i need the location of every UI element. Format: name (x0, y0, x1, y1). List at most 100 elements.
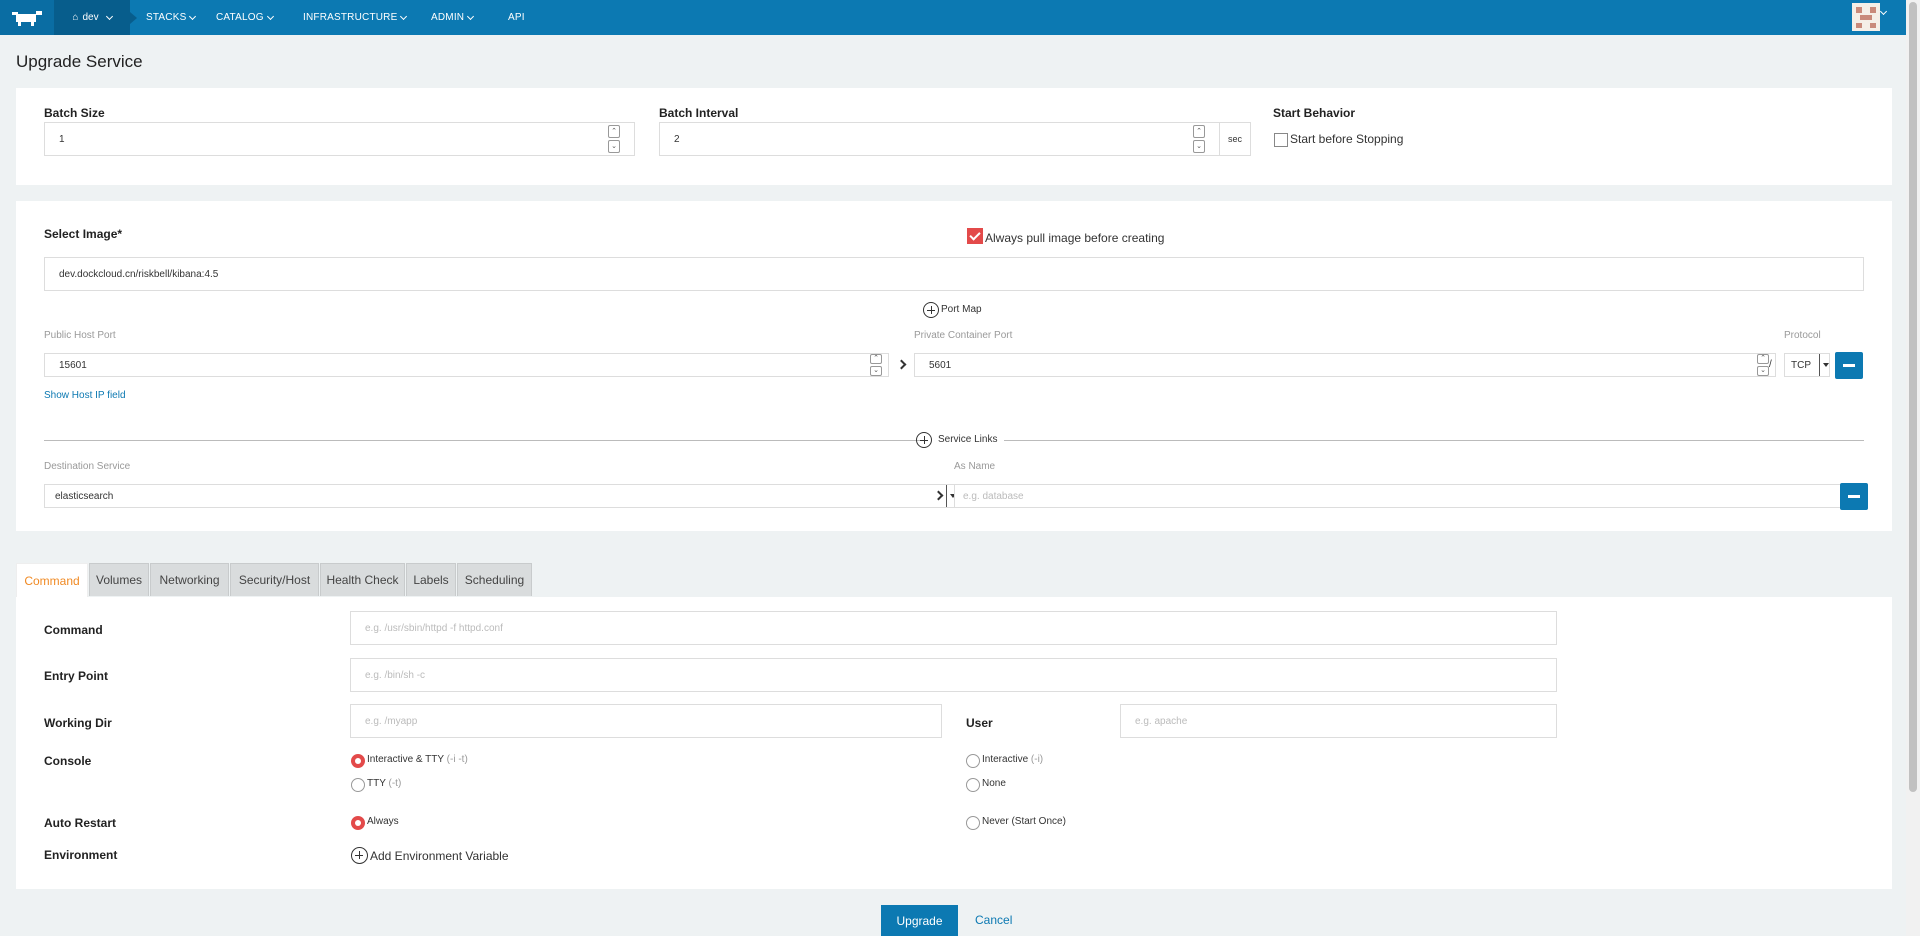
public-port-input[interactable]: 15601 ⌃ ⌄ (44, 353, 889, 377)
private-port-stepper[interactable]: ⌃ ⌄ (1757, 354, 1769, 376)
tab-scheduling[interactable]: Scheduling (457, 563, 532, 596)
protocol-select[interactable]: TCP (1784, 353, 1830, 377)
private-port-input[interactable]: 5601 ⌃ ⌄ (914, 353, 1776, 377)
chevron-right-icon (896, 359, 907, 370)
command-input[interactable]: e.g. /usr/sbin/httpd -f httpd.conf (350, 611, 1557, 645)
chevron-down-icon (189, 12, 197, 20)
restart-never-radio[interactable] (966, 816, 980, 830)
stepper-up-icon[interactable]: ⌃ (1193, 125, 1205, 138)
chevron-down-icon (266, 12, 274, 20)
console-interactive-label: Interactive (-i) (982, 754, 1043, 765)
image-input[interactable]: dev.dockcloud.cn/riskbell/kibana:4.5 (44, 257, 1864, 291)
upgrade-button[interactable]: Upgrade (881, 905, 958, 936)
restart-never-label: Never (Start Once) (982, 816, 1066, 827)
start-behavior-label: Start Behavior (1273, 106, 1356, 120)
tab-labels[interactable]: Labels (406, 563, 456, 596)
env-label: dev (82, 12, 99, 23)
nav-admin-label: ADMIN (431, 12, 465, 23)
dropdown-arrow-icon[interactable] (1819, 354, 1829, 376)
environment-selector[interactable]: ⌂ dev (54, 0, 137, 35)
interval-unit: sec (1219, 122, 1251, 156)
show-host-ip-link[interactable]: Show Host IP field (44, 390, 126, 401)
working-dir-input[interactable]: e.g. /myapp (350, 704, 942, 738)
stepper-up-icon[interactable]: ⌃ (1757, 354, 1769, 364)
entry-point-placeholder: e.g. /bin/sh -c (365, 669, 426, 681)
home-icon: ⌂ (72, 12, 79, 23)
scrollbar[interactable] (1906, 0, 1920, 936)
tab-volumes[interactable]: Volumes (89, 563, 149, 596)
nav-catalog[interactable]: CATALOG (216, 0, 274, 35)
nav-admin[interactable]: ADMIN (431, 0, 475, 35)
protocol-value: TCP (1791, 359, 1811, 371)
nav-infrastructure[interactable]: INFRASTRUCTURE (303, 0, 408, 35)
stepper-up-icon[interactable]: ⌃ (870, 354, 882, 364)
restart-always-radio[interactable] (351, 816, 365, 830)
command-placeholder: e.g. /usr/sbin/httpd -f httpd.conf (365, 622, 503, 634)
divider (1004, 440, 1864, 441)
console-tty-radio[interactable] (351, 778, 365, 792)
tab-security-host[interactable]: Security/Host (230, 563, 319, 596)
batch-interval-input[interactable]: 2 ⌃ ⌄ (659, 122, 1220, 156)
console-label: Console (44, 754, 92, 768)
batch-size-input[interactable]: 1 ⌃ ⌄ (44, 122, 635, 156)
entry-point-input[interactable]: e.g. /bin/sh -c (350, 658, 1557, 692)
public-port-stepper[interactable]: ⌃ ⌄ (870, 354, 882, 376)
stepper-down-icon[interactable]: ⌄ (870, 366, 882, 376)
protocol-label: Protocol (1784, 330, 1821, 341)
destination-service-select[interactable]: elasticsearch (44, 484, 957, 508)
as-name-label: As Name (954, 461, 996, 472)
user-input[interactable]: e.g. apache (1120, 704, 1557, 738)
console-none-radio[interactable] (966, 778, 980, 792)
console-interactive-radio[interactable] (966, 754, 980, 768)
console-opt3-text: TTY (367, 778, 386, 789)
port-map-button[interactable]: Port Map (941, 304, 982, 315)
restart-always-label: Always (367, 816, 399, 827)
console-opt2-text: Interactive (982, 754, 1029, 765)
batch-panel: Batch Size 1 ⌃ ⌄ Batch Interval 2 ⌃ ⌄ sec … (16, 88, 1892, 185)
private-port-value: 5601 (929, 359, 952, 371)
tab-command[interactable]: Command (16, 563, 88, 598)
tab-networking[interactable]: Networking (150, 563, 229, 596)
start-before-stopping-checkbox[interactable] (1274, 133, 1288, 147)
nav-api[interactable]: API (508, 0, 525, 35)
destination-service-label: Destination Service (44, 461, 131, 472)
stepper-down-icon[interactable]: ⌄ (1757, 366, 1769, 376)
scrollbar-thumb[interactable] (1909, 2, 1917, 792)
logo[interactable] (0, 0, 54, 35)
stepper-up-icon[interactable]: ⌃ (608, 125, 620, 138)
stepper-down-icon[interactable]: ⌄ (1193, 140, 1205, 153)
add-circle-icon[interactable] (351, 847, 368, 864)
environment-label: Environment (44, 848, 118, 862)
batch-size-value: 1 (59, 133, 65, 145)
console-opt1-hint: (-i -t) (446, 754, 468, 765)
remove-port-button[interactable] (1835, 352, 1863, 379)
console-opt1-text: Interactive & TTY (367, 754, 444, 765)
batch-interval-label: Batch Interval (659, 106, 739, 120)
chevron-down-icon[interactable] (1879, 7, 1888, 16)
add-circle-icon[interactable] (916, 432, 932, 448)
user-label: User (966, 716, 993, 730)
batch-size-stepper[interactable]: ⌃ ⌄ (608, 125, 620, 153)
tab-health-check[interactable]: Health Check (320, 563, 405, 596)
service-links-button[interactable]: Service Links (934, 434, 1002, 445)
batch-interval-stepper[interactable]: ⌃ ⌄ (1193, 125, 1205, 153)
user-placeholder: e.g. apache (1135, 715, 1188, 727)
nav-api-label: API (508, 12, 525, 23)
cancel-link[interactable]: Cancel (975, 913, 1012, 927)
stepper-down-icon[interactable]: ⌄ (608, 140, 620, 153)
always-pull-checkbox[interactable] (967, 228, 983, 244)
as-name-input[interactable]: e.g. database (954, 484, 1858, 508)
batch-size-label: Batch Size (44, 106, 105, 120)
page-title: Upgrade Service (16, 52, 143, 71)
remove-link-button[interactable] (1840, 483, 1868, 510)
nav-catalog-label: CATALOG (216, 12, 264, 23)
command-label: Command (44, 623, 103, 637)
as-name-placeholder: e.g. database (963, 490, 1024, 502)
always-pull-label: Always pull image before creating (985, 231, 1165, 245)
nav-stacks[interactable]: STACKS (146, 0, 197, 35)
image-value: dev.dockcloud.cn/riskbell/kibana:4.5 (59, 268, 219, 280)
add-circle-icon[interactable] (923, 302, 939, 318)
add-env-variable-button[interactable]: Add Environment Variable (370, 849, 509, 863)
avatar[interactable] (1852, 3, 1880, 31)
console-interactive-tty-radio[interactable] (351, 754, 365, 768)
